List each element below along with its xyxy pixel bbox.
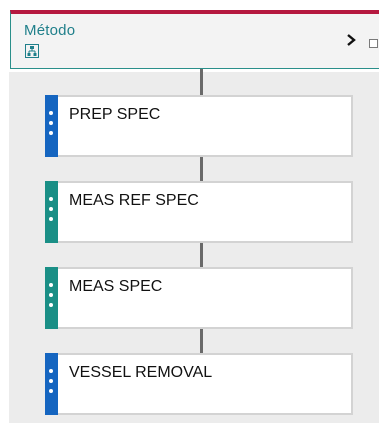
dot-icon [49,293,53,297]
dot-icon [49,217,53,221]
drag-handle[interactable] [45,181,58,243]
drag-handle[interactable] [45,353,58,415]
method-tree-icon [25,44,39,58]
dot-icon [49,283,53,287]
drag-handle[interactable] [45,267,58,329]
connector-line [200,157,203,181]
select-checkbox[interactable] [369,39,378,48]
connector-line [200,243,203,267]
dot-icon [49,111,53,115]
step-label: PREP SPEC [69,106,161,123]
dot-icon [49,207,53,211]
step-card-meas-spec[interactable]: MEAS SPEC [45,267,353,329]
dot-icon [49,389,53,393]
chevron-right-icon[interactable] [346,34,356,48]
step-label: MEAS REF SPEC [69,192,199,209]
step-card-prep-spec[interactable]: PREP SPEC [45,95,353,157]
dot-icon [49,121,53,125]
drag-handle[interactable] [45,95,58,157]
method-editor: Método PREP SPEC MEAS REF SPEC MEAS SPEC… [0,0,379,423]
dot-icon [49,379,53,383]
method-header[interactable]: Método [10,10,379,69]
step-label: VESSEL REMOVAL [69,364,213,381]
connector-line [200,69,203,95]
step-card-meas-ref-spec[interactable]: MEAS REF SPEC [45,181,353,243]
connector-line [200,329,203,353]
dot-icon [49,197,53,201]
step-label: MEAS SPEC [69,278,163,295]
method-title: Método [24,22,76,39]
step-card-vessel-removal[interactable]: VESSEL REMOVAL [45,353,353,415]
dot-icon [49,131,53,135]
dot-icon [49,369,53,373]
dot-icon [49,303,53,307]
